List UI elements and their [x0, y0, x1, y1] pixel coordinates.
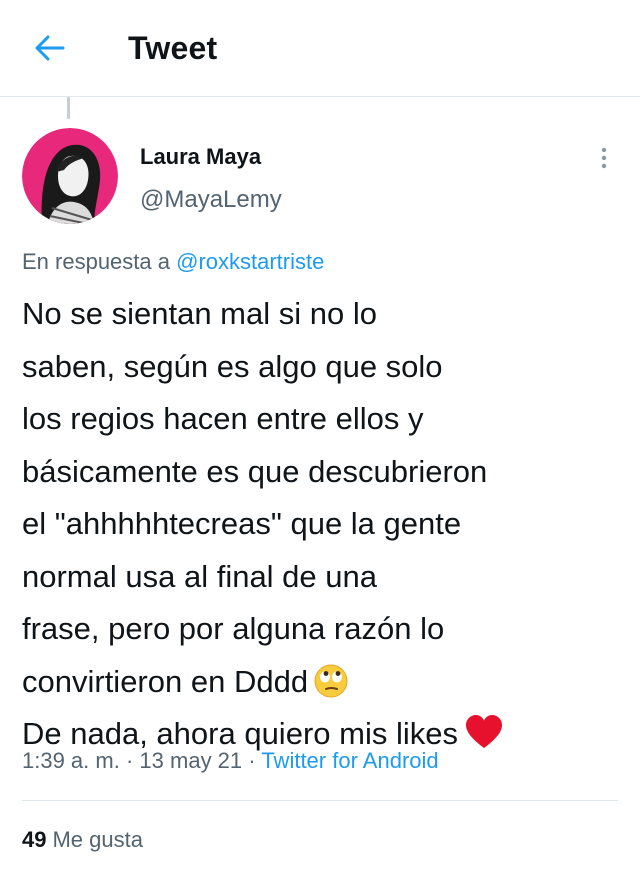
tweet-line: frase, pero por alguna razón lo	[22, 611, 445, 646]
tweet-meta: 1:39 a. m. · 13 may 21 · Twitter for And…	[22, 748, 439, 774]
user-avatar	[22, 128, 118, 224]
reply-prefix: En respuesta a	[22, 249, 170, 274]
likes-stat[interactable]: 49 Me gusta	[22, 827, 143, 853]
more-vertical-icon	[601, 147, 607, 169]
tweet-line: De nada, ahora quiero mis likes	[22, 716, 458, 751]
page-title: Tweet	[128, 30, 218, 66]
tweet-line: los regios hacen entre ellos y	[22, 401, 424, 436]
top-bar: Tweet	[0, 0, 640, 97]
author-name[interactable]: Laura Maya	[140, 144, 261, 170]
reply-context: En respuesta a @roxkstartriste	[22, 249, 324, 275]
tweet-body: No se sientan mal si no lo saben, según …	[22, 288, 632, 761]
tweet-line: el "ahhhhhtecreas" que la gente	[22, 506, 462, 541]
tweet-line: No se sientan mal si no lo	[22, 296, 377, 331]
red-heart-icon	[465, 715, 502, 748]
tweet-time: 1:39 a. m.	[22, 748, 120, 773]
back-button[interactable]	[30, 28, 70, 68]
avatar[interactable]	[22, 128, 118, 224]
meta-separator: ·	[248, 748, 256, 773]
tweet-line: convirtieron en Dddd	[22, 663, 309, 699]
tweet-line-with-emoji: convirtieron en Dddd	[22, 656, 632, 709]
divider	[22, 800, 618, 801]
more-options-button[interactable]	[592, 142, 616, 174]
likes-count: 49	[22, 827, 47, 852]
arrow-left-icon	[35, 35, 65, 61]
meta-separator: ·	[125, 748, 134, 773]
tweet-line: normal usa al final de una	[22, 558, 378, 594]
thread-connector	[67, 97, 70, 119]
rolling-eyes-emoji-icon	[314, 664, 348, 697]
tweet-date: 13 may 21	[139, 748, 243, 773]
tweet-line: saben, según es algo que solo	[22, 348, 443, 384]
tweet-source-link[interactable]: Twitter for Android	[261, 748, 438, 773]
likes-label: Me gusta	[52, 827, 143, 852]
tweet-line: básicamente es que descubrieron	[22, 453, 488, 489]
reply-mention-link[interactable]: @roxkstartriste	[176, 249, 324, 274]
author-handle[interactable]: @MayaLemy	[140, 186, 282, 214]
